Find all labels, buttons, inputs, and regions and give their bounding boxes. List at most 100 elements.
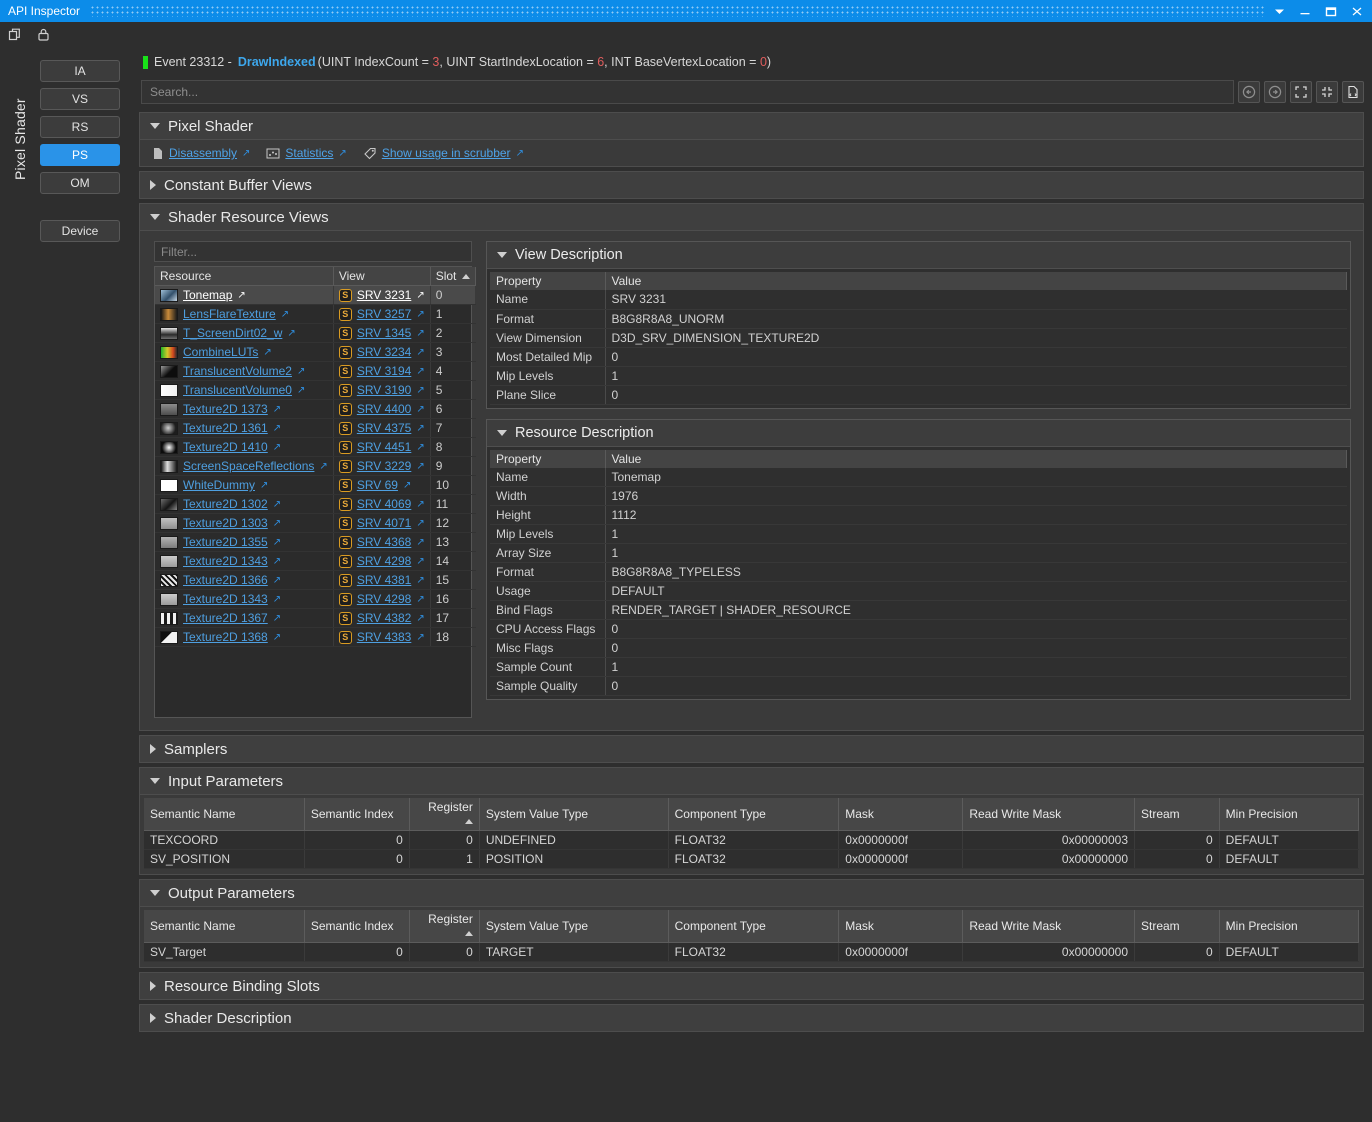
view-link[interactable]: SRV 1345: [357, 326, 412, 340]
link-show-usage-label[interactable]: Show usage in scrubber: [382, 146, 511, 160]
cell-view[interactable]: S SRV 4383 ↗: [333, 627, 431, 647]
table-row[interactable]: Tonemap ↗ S SRV 3231 ↗ 0: [155, 285, 477, 305]
section-header-resource-binding-slots[interactable]: Resource Binding Slots: [140, 973, 1363, 999]
resource-link[interactable]: Texture2D 1367: [183, 611, 268, 625]
column-header-component-type[interactable]: Component Type: [668, 798, 840, 831]
view-link[interactable]: SRV 4298: [357, 592, 412, 606]
cell-view[interactable]: S SRV 3234 ↗: [333, 342, 431, 362]
cell-view[interactable]: S SRV 4298 ↗: [333, 551, 431, 571]
table-row[interactable]: SV_POSITION 0 1 POSITION FLOAT32 0x0000000f 0x…: [144, 849, 1360, 869]
link-statistics[interactable]: Statistics ↗: [266, 146, 347, 160]
column-header-read-write-mask[interactable]: Read Write Mask: [962, 910, 1135, 943]
column-header-read-write-mask[interactable]: Read Write Mask: [962, 798, 1135, 831]
table-row[interactable]: TEXCOORD 0 0 UNDEFINED FLOAT32 0x0000000f 0x00…: [144, 830, 1360, 850]
view-link[interactable]: SRV 4071: [357, 516, 412, 530]
device-button[interactable]: Device: [40, 220, 120, 242]
cell-view[interactable]: S SRV 3257 ↗: [333, 304, 431, 324]
resource-link[interactable]: Texture2D 1302: [183, 497, 268, 511]
cell-resource[interactable]: Texture2D 1367 ↗: [155, 608, 334, 628]
search-input[interactable]: [141, 80, 1234, 104]
export-file-icon[interactable]: [1342, 81, 1364, 103]
cell-resource[interactable]: Texture2D 1343 ↗: [155, 589, 334, 609]
link-show-usage-in-scrubber[interactable]: Show usage in scrubber ↗: [363, 146, 524, 160]
view-link[interactable]: SRV 3229: [357, 459, 412, 473]
resource-link[interactable]: Tonemap: [183, 288, 232, 302]
cell-view[interactable]: S SRV 4382 ↗: [333, 608, 431, 628]
link-disassembly[interactable]: Disassembly ↗: [152, 146, 250, 160]
section-header-shader-resource-views[interactable]: Shader Resource Views: [140, 204, 1363, 230]
panel-header-resource-description[interactable]: Resource Description: [487, 420, 1350, 446]
resource-link[interactable]: ScreenSpaceReflections: [183, 459, 314, 473]
cell-resource[interactable]: Texture2D 1368 ↗: [155, 627, 334, 647]
cell-view[interactable]: S SRV 4071 ↗: [333, 513, 431, 533]
copy-icon[interactable]: [6, 25, 24, 43]
cell-resource[interactable]: Texture2D 1361 ↗: [155, 418, 334, 438]
cell-view[interactable]: S SRV 3229 ↗: [333, 456, 431, 476]
section-header-output-parameters[interactable]: Output Parameters: [140, 880, 1363, 906]
column-header-mask[interactable]: Mask: [838, 798, 964, 831]
cell-resource[interactable]: TranslucentVolume2 ↗: [155, 361, 334, 381]
link-statistics-label[interactable]: Statistics: [285, 146, 333, 160]
cell-resource[interactable]: CombineLUTs ↗: [155, 342, 334, 362]
view-link[interactable]: SRV 3231: [357, 288, 412, 302]
column-header-semantic-name[interactable]: Semantic Name: [144, 910, 305, 943]
resource-link[interactable]: Texture2D 1368: [183, 630, 268, 644]
resource-link[interactable]: Texture2D 1410: [183, 440, 268, 454]
table-row[interactable]: Texture2D 1368 ↗ S SRV 4383 ↗ 18: [155, 627, 477, 647]
cell-view[interactable]: S SRV 4069 ↗: [333, 494, 431, 514]
section-header-samplers[interactable]: Samplers: [140, 736, 1363, 762]
column-header-system-value-type[interactable]: System Value Type: [479, 910, 669, 943]
collapse-all-icon[interactable]: [1316, 81, 1338, 103]
view-link[interactable]: SRV 3234: [357, 345, 412, 359]
minimize-button[interactable]: [1292, 0, 1318, 22]
cell-resource[interactable]: Texture2D 1366 ↗: [155, 570, 334, 590]
cell-view[interactable]: S SRV 1345 ↗: [333, 323, 431, 343]
table-row[interactable]: LensFlareTexture ↗ S SRV 3257 ↗ 1: [155, 304, 477, 324]
view-link[interactable]: SRV 3257: [357, 307, 412, 321]
column-header-view[interactable]: View: [333, 267, 431, 286]
column-header-semantic-name[interactable]: Semantic Name: [144, 798, 305, 831]
window-menu-button[interactable]: [1266, 0, 1292, 22]
view-link[interactable]: SRV 4382: [357, 611, 412, 625]
view-link[interactable]: SRV 69: [357, 478, 398, 492]
cell-resource[interactable]: Tonemap ↗: [155, 285, 334, 305]
column-header-semantic-index[interactable]: Semantic Index: [304, 798, 410, 831]
view-link[interactable]: SRV 4069: [357, 497, 412, 511]
column-header-component-type[interactable]: Component Type: [668, 910, 840, 943]
resource-link[interactable]: Texture2D 1355: [183, 535, 268, 549]
cell-view[interactable]: S SRV 4381 ↗: [333, 570, 431, 590]
table-row[interactable]: Texture2D 1343 ↗ S SRV 4298 ↗ 16: [155, 589, 477, 609]
column-header-stream[interactable]: Stream: [1134, 798, 1220, 831]
maximize-button[interactable]: [1318, 0, 1344, 22]
table-row[interactable]: ScreenSpaceReflections ↗ S SRV 3229 ↗ 9: [155, 456, 477, 476]
table-row[interactable]: TranslucentVolume0 ↗ S SRV 3190 ↗ 5: [155, 380, 477, 400]
view-link[interactable]: SRV 4383: [357, 630, 412, 644]
table-row[interactable]: Texture2D 1410 ↗ S SRV 4451 ↗ 8: [155, 437, 477, 457]
expand-all-icon[interactable]: [1290, 81, 1312, 103]
stage-button-ps[interactable]: PS: [40, 144, 120, 166]
table-row[interactable]: CombineLUTs ↗ S SRV 3234 ↗ 3: [155, 342, 477, 362]
cell-resource[interactable]: Texture2D 1303 ↗: [155, 513, 334, 533]
resource-link[interactable]: Texture2D 1373: [183, 402, 268, 416]
stage-button-ia[interactable]: IA: [40, 60, 120, 82]
cell-view[interactable]: S SRV 3231 ↗: [333, 285, 431, 305]
cell-view[interactable]: S SRV 3194 ↗: [333, 361, 431, 381]
view-link[interactable]: SRV 4400: [357, 402, 412, 416]
cell-resource[interactable]: LensFlareTexture ↗: [155, 304, 334, 324]
table-row[interactable]: Texture2D 1303 ↗ S SRV 4071 ↗ 12: [155, 513, 477, 533]
resource-link[interactable]: Texture2D 1343: [183, 554, 268, 568]
column-header-mask[interactable]: Mask: [838, 910, 964, 943]
cell-resource[interactable]: T_ScreenDirt02_w ↗: [155, 323, 334, 343]
cell-resource[interactable]: TranslucentVolume0 ↗: [155, 380, 334, 400]
resource-link[interactable]: TranslucentVolume2: [183, 364, 292, 378]
cell-resource[interactable]: WhiteDummy ↗: [155, 475, 334, 495]
cell-view[interactable]: S SRV 4368 ↗: [333, 532, 431, 552]
cell-view[interactable]: S SRV 4298 ↗: [333, 589, 431, 609]
table-row[interactable]: WhiteDummy ↗ S SRV 69 ↗ 10: [155, 475, 477, 495]
view-link[interactable]: SRV 4375: [357, 421, 412, 435]
stage-button-vs[interactable]: VS: [40, 88, 120, 110]
view-link[interactable]: SRV 3190: [357, 383, 412, 397]
cell-resource[interactable]: ScreenSpaceReflections ↗: [155, 456, 334, 476]
event-function-name[interactable]: DrawIndexed: [238, 55, 316, 69]
stage-button-rs[interactable]: RS: [40, 116, 120, 138]
